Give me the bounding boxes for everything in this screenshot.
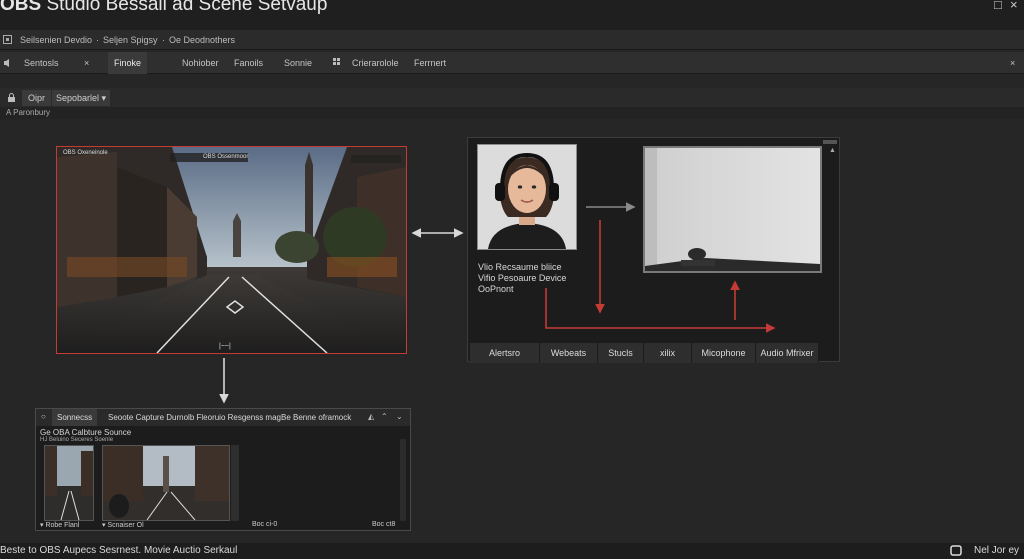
gear-icon[interactable]: ◭ — [368, 412, 374, 421]
source-subtitle: HJ Beluino Seceres Soenle — [40, 437, 114, 443]
search-icon[interactable]: ○ — [41, 412, 46, 421]
status-right-text: Nel Jor ey — [974, 545, 1020, 556]
source-thumbnail-1[interactable] — [44, 445, 94, 521]
chevron-up-icon[interactable]: ⌃ — [381, 412, 388, 421]
source-thumbnail-2[interactable] — [102, 445, 230, 521]
thumbnail-scrollbar[interactable] — [231, 445, 239, 521]
right-label: Boc ct8 — [372, 521, 396, 528]
thumbnail-2-label: ▾ Scnaiser Ol — [102, 522, 144, 529]
sources-header: ○ Sonnecss Seoote Capture Durnolb Fleoru… — [36, 409, 410, 426]
source-title: Ge OBA Calbture Sounce — [40, 428, 132, 437]
monitor-icon — [950, 545, 962, 556]
thumbnail-scene-2 — [103, 446, 229, 520]
sources-header-title: Seoote Capture Durnolb Fleoruio Resgenss… — [108, 413, 352, 422]
thumbnail-1-label: ▾ Robe Flanl — [40, 522, 80, 529]
status-text: Beste to OBS Aupecs Sesrnest. Movie Auct… — [0, 545, 238, 556]
collapse-icon[interactable]: ⌄ — [396, 412, 403, 421]
thumbnail-scene-1 — [45, 446, 93, 520]
mid-label: Boc ci-0 — [252, 521, 278, 528]
sources-panel: ○ Sonnecss Seoote Capture Durnolb Fleoru… — [35, 408, 411, 531]
red-arrow-horizontal — [545, 288, 776, 333]
sources-scrollbar[interactable] — [400, 439, 406, 521]
sources-header-tab[interactable]: Sonnecss — [52, 409, 98, 426]
status-bar: Beste to OBS Aupecs Sesrnest. Movie Auct… — [0, 543, 1024, 559]
